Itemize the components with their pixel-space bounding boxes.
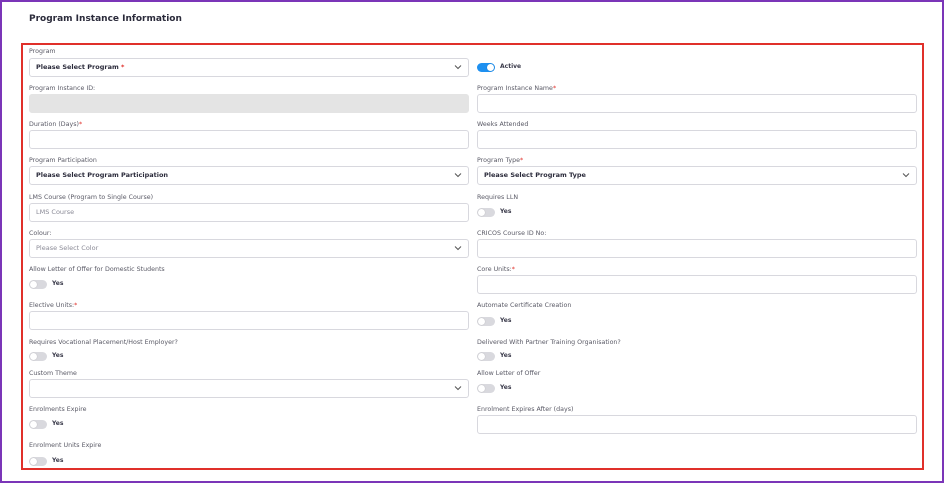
- participation-select-value: Please Select Program Participation: [36, 171, 169, 179]
- chevron-down-icon: [454, 173, 462, 178]
- enrolments-expire-toggle-label: Yes: [52, 420, 64, 427]
- participation-select[interactable]: Please Select Program Participation: [29, 166, 469, 185]
- program-select-value: Please Select Program: [36, 63, 119, 71]
- enrolment-units-expire-toggle-label: Yes: [52, 457, 64, 464]
- partner-training-toggle-label: Yes: [500, 352, 512, 359]
- partner-training-label: Delivered With Partner Training Organisa…: [477, 339, 621, 346]
- elective-units-label: Elective Units:*: [29, 302, 78, 309]
- automate-cert-label: Automate Certificate Creation: [477, 302, 572, 309]
- weeks-attended-field[interactable]: [477, 130, 917, 149]
- elective-units-field[interactable]: [29, 311, 469, 330]
- chevron-down-icon: [454, 65, 462, 70]
- requires-lln-toggle[interactable]: [477, 208, 495, 217]
- allow-lo-domestic-label: Allow Letter of Offer for Domestic Stude…: [29, 266, 165, 273]
- section-title: Program Instance Information: [29, 14, 182, 24]
- active-label: Active: [500, 63, 522, 70]
- participation-label: Program Participation: [29, 157, 97, 164]
- vocational-label: Requires Vocational Placement/Host Emplo…: [29, 339, 178, 346]
- requires-lln-toggle-label: Yes: [500, 208, 512, 215]
- instance-name-field[interactable]: [477, 94, 917, 113]
- cricos-field[interactable]: [477, 239, 917, 258]
- enrolment-expires-after-label: Enrolment Expires After (days): [477, 406, 574, 413]
- custom-theme-label: Custom Theme: [29, 370, 77, 377]
- weeks-attended-label: Weeks Attended: [477, 121, 529, 128]
- cricos-label: CRICOS Course ID No:: [477, 230, 547, 237]
- program-type-select[interactable]: Please Select Program Type: [477, 166, 917, 185]
- automate-cert-toggle[interactable]: [477, 317, 495, 326]
- program-required-mark: *: [121, 63, 125, 71]
- enrolment-expires-after-field[interactable]: [477, 415, 917, 434]
- requires-lln-label: Requires LLN: [477, 194, 519, 201]
- enrolments-expire-toggle[interactable]: [29, 420, 47, 429]
- duration-label: Duration (Days)*: [29, 121, 83, 128]
- lms-course-label: LMS Course (Program to Single Course): [29, 194, 154, 201]
- lms-course-field[interactable]: LMS Course: [29, 203, 469, 222]
- vocational-toggle-label: Yes: [52, 352, 64, 359]
- colour-label: Colour:: [29, 230, 52, 237]
- instance-name-label: Program Instance Name*: [477, 85, 557, 92]
- program-label: Program: [29, 48, 56, 55]
- vocational-toggle[interactable]: [29, 352, 47, 361]
- automate-cert-toggle-label: Yes: [500, 317, 512, 324]
- enrolment-units-expire-toggle[interactable]: [29, 457, 47, 466]
- allow-lo-toggle-label: Yes: [500, 384, 512, 391]
- chevron-down-icon: [454, 386, 462, 391]
- partner-training-toggle[interactable]: [477, 352, 495, 361]
- enrolments-expire-label: Enrolments Expire: [29, 406, 87, 413]
- instance-id-field: [29, 94, 469, 113]
- colour-select-value: Please Select Color: [36, 244, 99, 252]
- allow-lo-domestic-toggle-label: Yes: [52, 280, 64, 287]
- program-select[interactable]: Please Select Program *: [29, 58, 469, 77]
- program-type-select-value: Please Select Program Type: [484, 171, 586, 179]
- core-units-field[interactable]: [477, 275, 917, 294]
- allow-lo-toggle[interactable]: [477, 384, 495, 393]
- colour-select[interactable]: Please Select Color: [29, 239, 469, 258]
- allow-lo-label: Allow Letter of Offer: [477, 370, 541, 377]
- program-type-label: Program Type*: [477, 157, 524, 164]
- chevron-down-icon: [902, 173, 910, 178]
- chevron-down-icon: [454, 246, 462, 251]
- lms-course-placeholder: LMS Course: [36, 208, 75, 216]
- duration-field[interactable]: [29, 130, 469, 149]
- core-units-label: Core Units:*: [477, 266, 515, 273]
- custom-theme-select[interactable]: [29, 379, 469, 398]
- active-toggle[interactable]: [477, 63, 495, 72]
- instance-id-label: Program Instance ID:: [29, 85, 96, 92]
- page-frame: Program Instance Information Program Ple…: [0, 0, 944, 483]
- allow-lo-domestic-toggle[interactable]: [29, 280, 47, 289]
- enrolment-units-expire-label: Enrolment Units Expire: [29, 442, 102, 449]
